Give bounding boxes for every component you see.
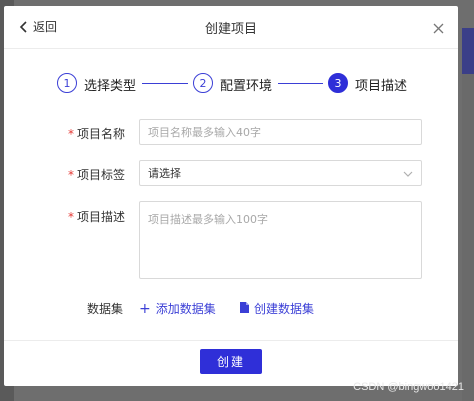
step-3-number: 3 [328,73,348,93]
required-mark: * [67,210,74,224]
plus-icon: + [139,300,151,317]
required-mark: * [67,127,74,141]
create-dataset-label: 创建数据集 [254,302,315,316]
project-tags-select[interactable]: 请选择 [139,160,422,186]
add-dataset-button[interactable]: + 添加数据集 [139,300,216,317]
project-tags-value: 请选择 [148,167,181,180]
add-dataset-label: 添加数据集 [155,302,216,316]
chevron-down-icon [403,168,413,181]
watermark: CSDN @bingwoo1421 [353,381,464,393]
dataset-label: 数据集 [86,302,123,316]
document-icon [240,301,249,316]
footer-divider [4,340,458,341]
project-description-label-text: 项目描述 [76,210,125,224]
project-name-placeholder: 项目名称最多输入40字 [148,126,261,139]
project-tags-label: * 项目标签 [55,166,125,183]
step-connector [142,83,188,84]
step-2-number: 2 [193,73,213,93]
project-tags-label-text: 项目标签 [76,168,125,182]
project-description-textarea[interactable]: 项目描述最多输入100字 [139,201,422,279]
project-name-label-text: 项目名称 [76,127,125,141]
step-connector [278,83,323,84]
stepper: 1 选择类型 2 配置环境 3 项目描述 [57,73,417,95]
project-description-placeholder: 项目描述最多输入100字 [148,213,268,226]
dialog-title: 创建项目 [204,22,257,37]
close-icon[interactable] [433,19,444,38]
required-mark: * [67,168,74,182]
background-page-accent [462,28,474,74]
dialog-header: 返回 创建项目 [4,6,458,49]
project-name-input[interactable]: 项目名称最多输入40字 [139,119,422,145]
create-button[interactable]: 创建 [200,349,262,374]
project-description-label: * 项目描述 [55,208,125,225]
create-dataset-button[interactable]: 创建数据集 [240,300,314,317]
background-page-right [462,74,474,401]
step-2-label: 配置环境 [220,79,273,94]
step-1-label: 选择类型 [84,79,137,94]
step-1-number: 1 [57,73,77,93]
project-name-label: * 项目名称 [55,125,125,142]
step-3-label: 项目描述 [355,79,408,94]
create-project-dialog: 返回 创建项目 1 选择类型 2 配置环境 3 项目描述 * 项目名称 项目名称最… [4,6,458,386]
